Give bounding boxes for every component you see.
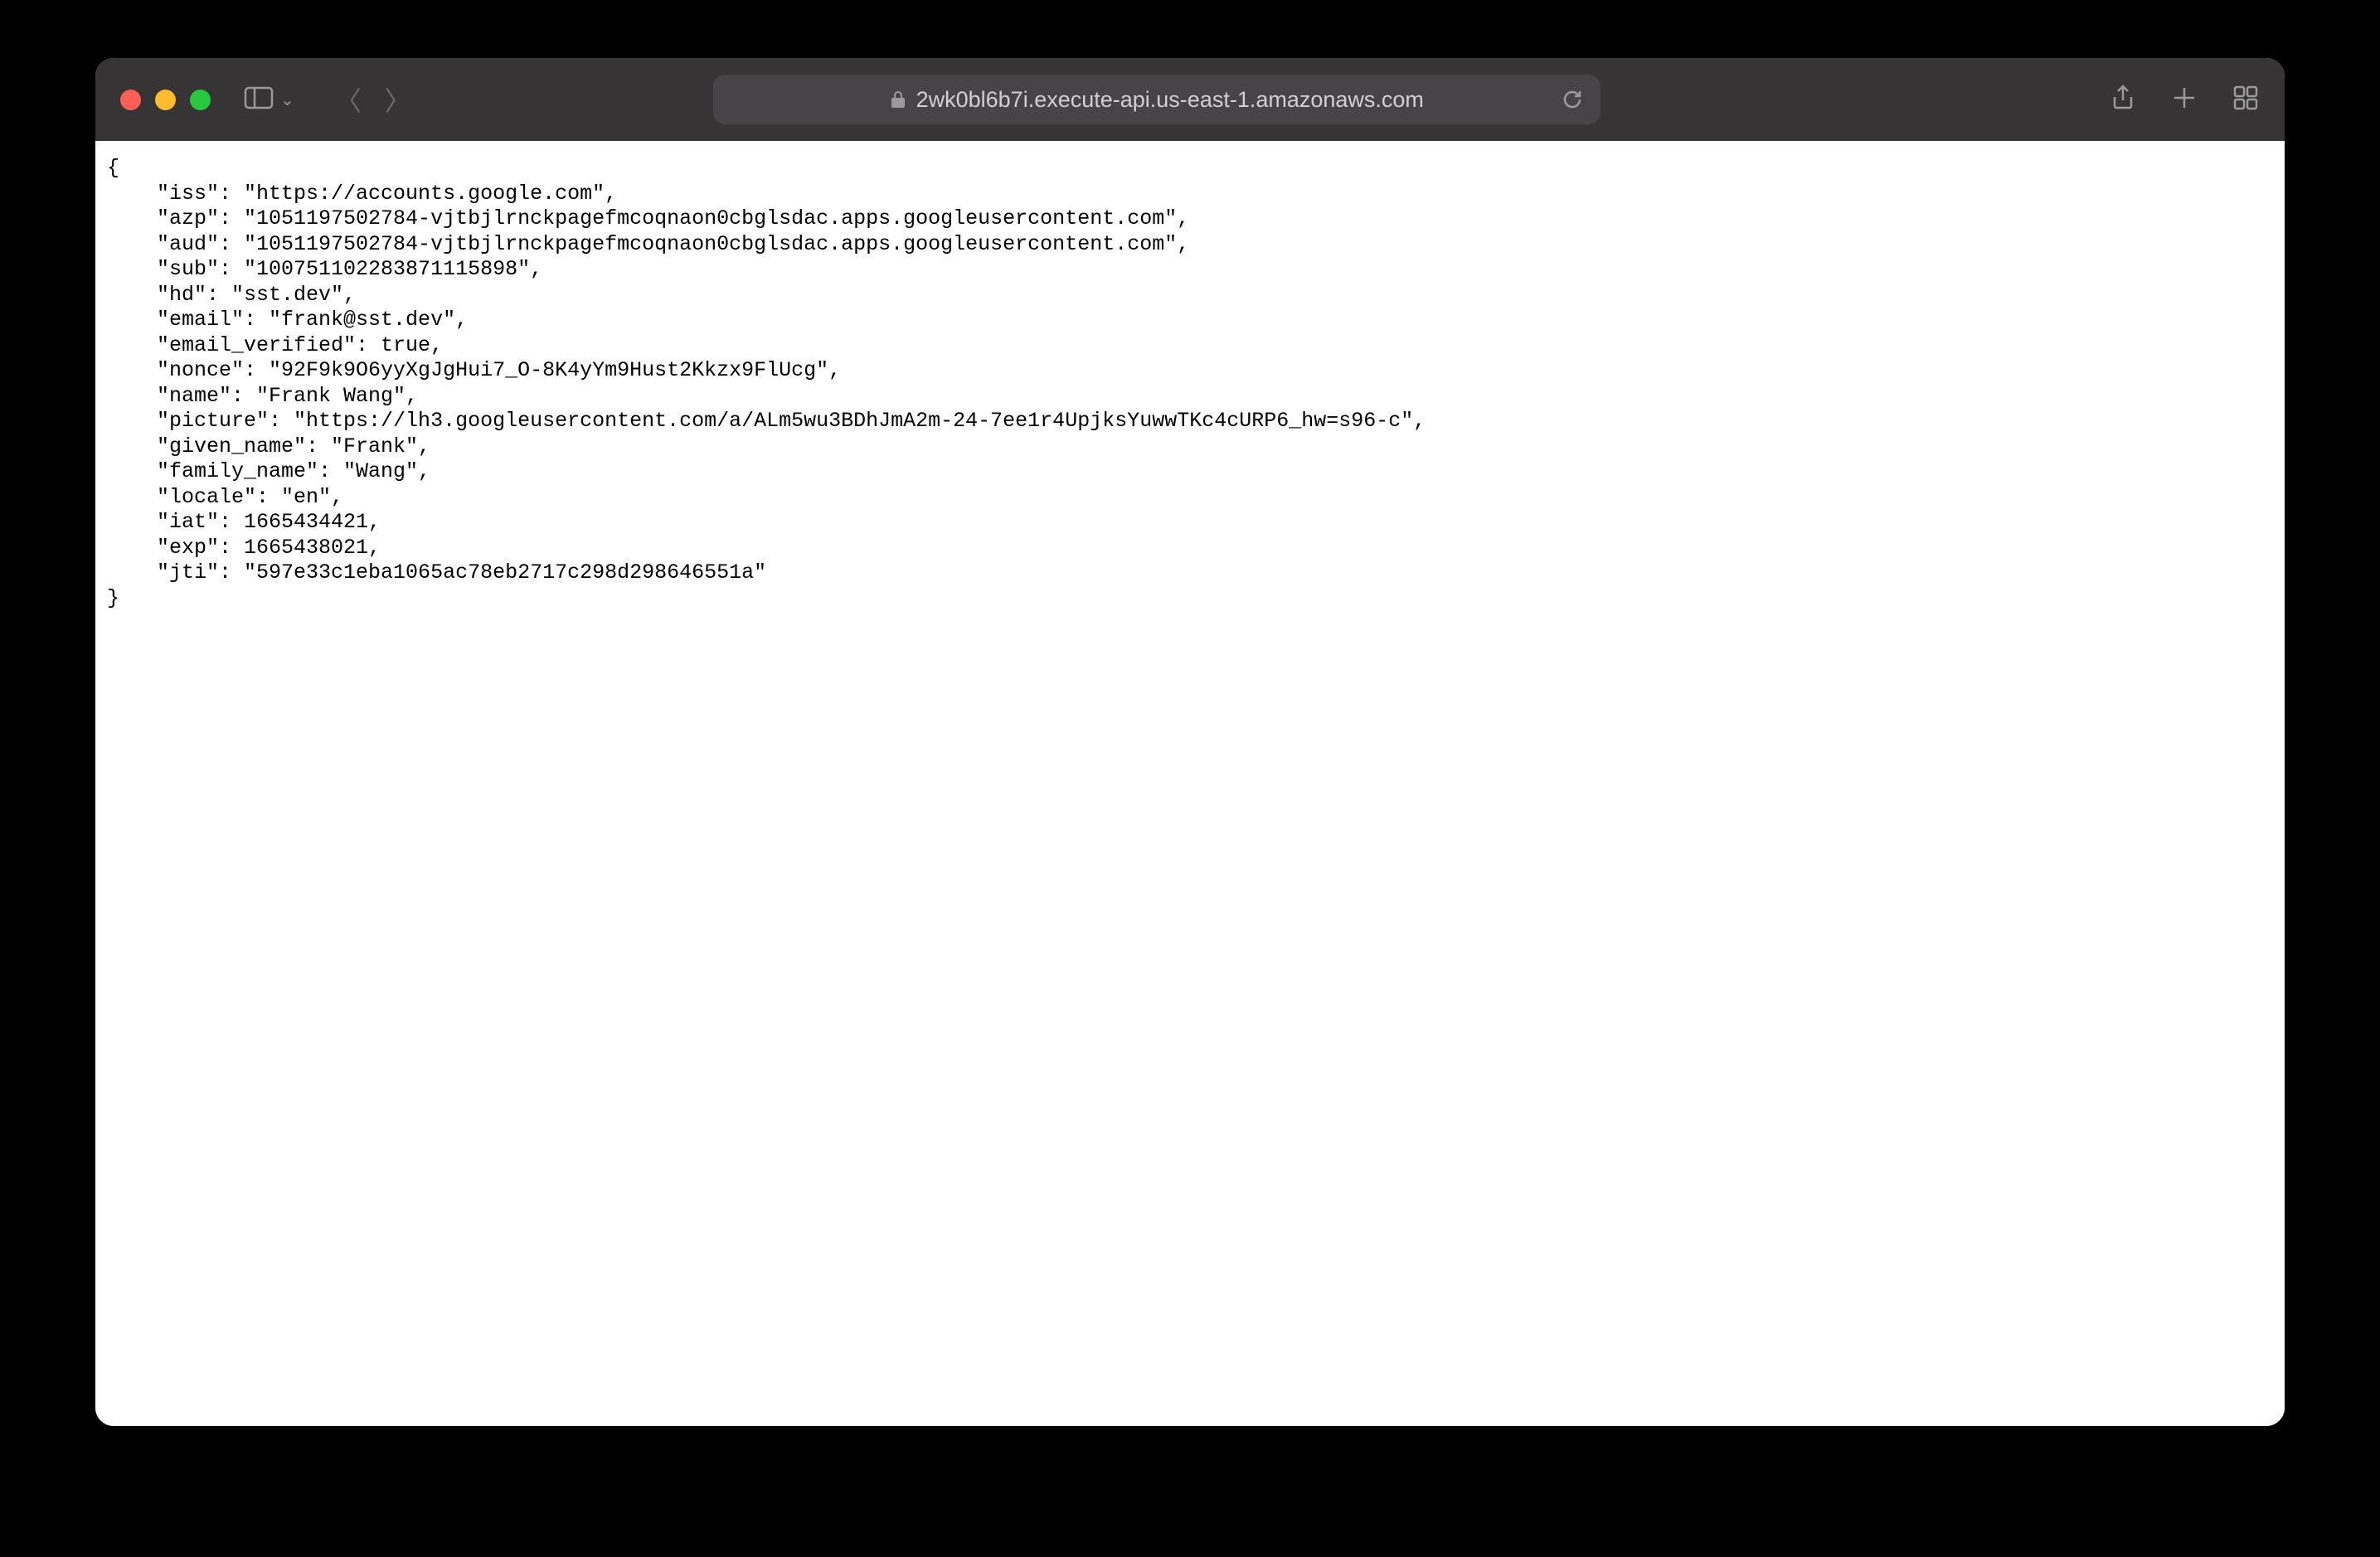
reload-button[interactable] <box>1561 88 1584 111</box>
toolbar-left: ⌄ 〈 〉 <box>244 80 410 119</box>
sidebar-toggle-button[interactable]: ⌄ <box>244 86 294 114</box>
toolbar-right <box>2109 84 2260 116</box>
plus-icon <box>2170 84 2198 116</box>
share-button[interactable] <box>2109 84 2137 116</box>
share-icon <box>2109 84 2137 116</box>
new-tab-button[interactable] <box>2170 84 2198 116</box>
chevron-left-icon: 〈 <box>335 80 362 119</box>
lock-icon <box>890 90 906 109</box>
minimize-window-button[interactable] <box>155 90 176 110</box>
address-content: 2wk0bl6b7i.execute-api.us-east-1.amazona… <box>890 87 1424 113</box>
json-response-body: { "iss": "https://accounts.google.com", … <box>107 156 2273 611</box>
chevron-down-icon: ⌄ <box>280 90 294 110</box>
chevron-right-icon: 〉 <box>385 80 411 119</box>
traffic-lights <box>120 90 211 110</box>
browser-window: ⌄ 〈 〉 2wk0bl6b7i.execute-api.us-east-1.a… <box>95 58 2285 1426</box>
grid-icon <box>2232 84 2260 116</box>
url-text: 2wk0bl6b7i.execute-api.us-east-1.amazona… <box>916 87 1424 113</box>
page-content: { "iss": "https://accounts.google.com", … <box>95 141 2285 1426</box>
sidebar-icon <box>244 86 274 114</box>
forward-button[interactable]: 〉 <box>386 80 410 119</box>
maximize-window-button[interactable] <box>190 90 211 110</box>
titlebar: ⌄ 〈 〉 2wk0bl6b7i.execute-api.us-east-1.a… <box>95 58 2285 141</box>
back-button[interactable]: 〈 <box>336 80 361 119</box>
nav-buttons: 〈 〉 <box>336 80 410 119</box>
close-window-button[interactable] <box>120 90 141 110</box>
tab-overview-button[interactable] <box>2232 84 2260 116</box>
address-bar[interactable]: 2wk0bl6b7i.execute-api.us-east-1.amazona… <box>713 75 1600 124</box>
